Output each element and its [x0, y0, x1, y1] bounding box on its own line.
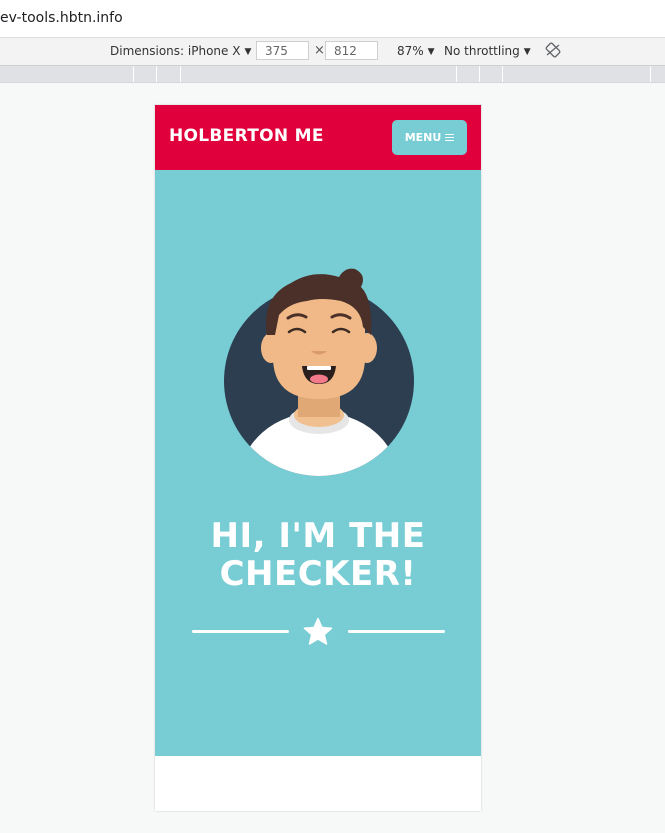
device-toolbar: Dimensions: iPhone X ▼ 375 × 812 87% ▼ No …: [0, 38, 665, 66]
width-input[interactable]: 375: [256, 41, 309, 60]
hero-title-line-2: CHECKER!: [219, 554, 417, 594]
hero-title: HI, I'M THE CHECKER!: [155, 517, 481, 593]
site-header: HOLBERTON ME MENU: [155, 105, 481, 170]
media-query-marker[interactable]: [502, 66, 503, 82]
height-input[interactable]: 812: [325, 41, 378, 60]
media-query-marker[interactable]: [650, 66, 651, 82]
dimensions-dropdown[interactable]: Dimensions: iPhone X ▼: [110, 44, 251, 58]
rotate-icon[interactable]: [545, 42, 561, 58]
media-query-marker[interactable]: [479, 66, 480, 82]
dimensions-label: Dimensions: iPhone X: [110, 44, 241, 58]
divider-line-left: [192, 630, 289, 633]
chevron-down-icon: ▼: [523, 47, 531, 57]
divider-line-right: [348, 630, 445, 633]
zoom-dropdown[interactable]: 87% ▼: [397, 44, 435, 58]
media-query-marker[interactable]: [156, 66, 157, 82]
media-query-bar[interactable]: [0, 66, 665, 83]
chevron-down-icon: ▼: [244, 47, 252, 57]
device-viewport: HOLBERTON ME MENU HI, I'M THE CHECKER!: [155, 105, 481, 811]
site-brand[interactable]: HOLBERTON ME: [169, 126, 324, 146]
media-query-marker[interactable]: [456, 66, 457, 82]
times-sign: ×: [314, 43, 325, 58]
hero-title-line-1: HI, I'M THE: [210, 516, 426, 556]
menu-label: MENU: [404, 131, 442, 144]
avatar: [224, 268, 414, 476]
menu-button[interactable]: MENU: [392, 120, 467, 155]
url-text[interactable]: ev-tools.hbtn.info: [0, 10, 123, 26]
throttling-dropdown[interactable]: No throttling ▼: [444, 44, 531, 58]
zoom-label: 87%: [397, 44, 424, 58]
media-query-marker[interactable]: [180, 66, 181, 82]
address-bar[interactable]: ev-tools.hbtn.info: [0, 0, 665, 38]
star-icon: [303, 617, 333, 645]
hero-section: HI, I'M THE CHECKER!: [155, 170, 481, 756]
media-query-marker[interactable]: [133, 66, 134, 82]
hamburger-icon: [445, 133, 455, 142]
chevron-down-icon: ▼: [427, 47, 435, 57]
throttling-label: No throttling: [444, 44, 520, 58]
